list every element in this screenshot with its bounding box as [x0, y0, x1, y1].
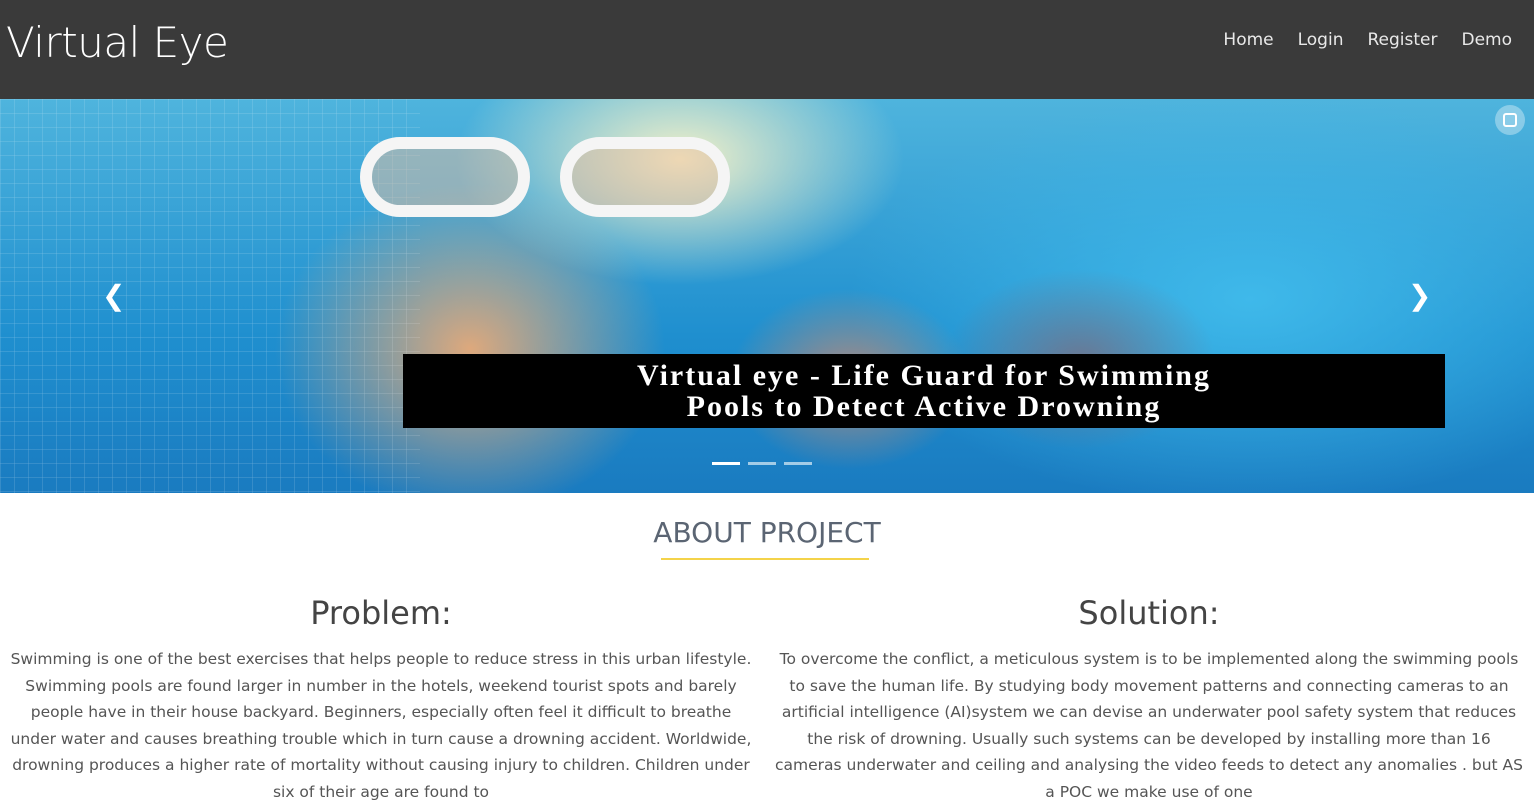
carousel-caption: Virtual eye - Life Guard for Swimming Po…	[403, 354, 1445, 428]
nav-link-register[interactable]: Register	[1367, 30, 1437, 50]
caption-line-2: Pools to Detect Active Drowning	[686, 390, 1162, 423]
nav-link-demo[interactable]: Demo	[1461, 30, 1512, 50]
nav-links: Home Login Register Demo	[1199, 30, 1512, 50]
carousel-indicators	[712, 462, 812, 465]
chevron-left-icon[interactable]: ❮	[102, 279, 125, 312]
carousel-indicator-3[interactable]	[784, 462, 812, 465]
nav-link-home[interactable]: Home	[1223, 30, 1273, 50]
section-title: ABOUT PROJECT	[653, 516, 881, 549]
pool-tiles-background	[0, 99, 420, 493]
carousel-indicator-2[interactable]	[748, 462, 776, 465]
problem-heading: Problem:	[310, 594, 452, 632]
navbar: Virtual Eye Home Login Register Demo	[0, 0, 1534, 99]
hero-carousel[interactable]: ❮ ❯ Virtual eye - Life Guard for Swimmin…	[0, 99, 1534, 493]
problem-text: Swimming is one of the best exercises th…	[10, 650, 752, 801]
caption-line-1: Virtual eye - Life Guard for Swimming	[637, 359, 1211, 392]
swimmer-goggles-image	[360, 137, 740, 225]
brand-logo-text[interactable]: Virtual Eye	[6, 18, 229, 67]
carousel-indicator-1[interactable]	[712, 462, 740, 465]
section-title-underline	[661, 558, 869, 560]
nav-link-login[interactable]: Login	[1298, 30, 1344, 50]
fullscreen-icon[interactable]	[1495, 105, 1525, 135]
chevron-right-icon[interactable]: ❯	[1408, 279, 1431, 312]
solution-text: To overcome the conflict, a meticulous s…	[775, 650, 1523, 801]
solution-heading: Solution:	[1078, 594, 1220, 632]
solution-column: Solution: To overcome the conflict, a me…	[774, 594, 1524, 805]
problem-column: Problem: Swimming is one of the best exe…	[6, 594, 756, 805]
